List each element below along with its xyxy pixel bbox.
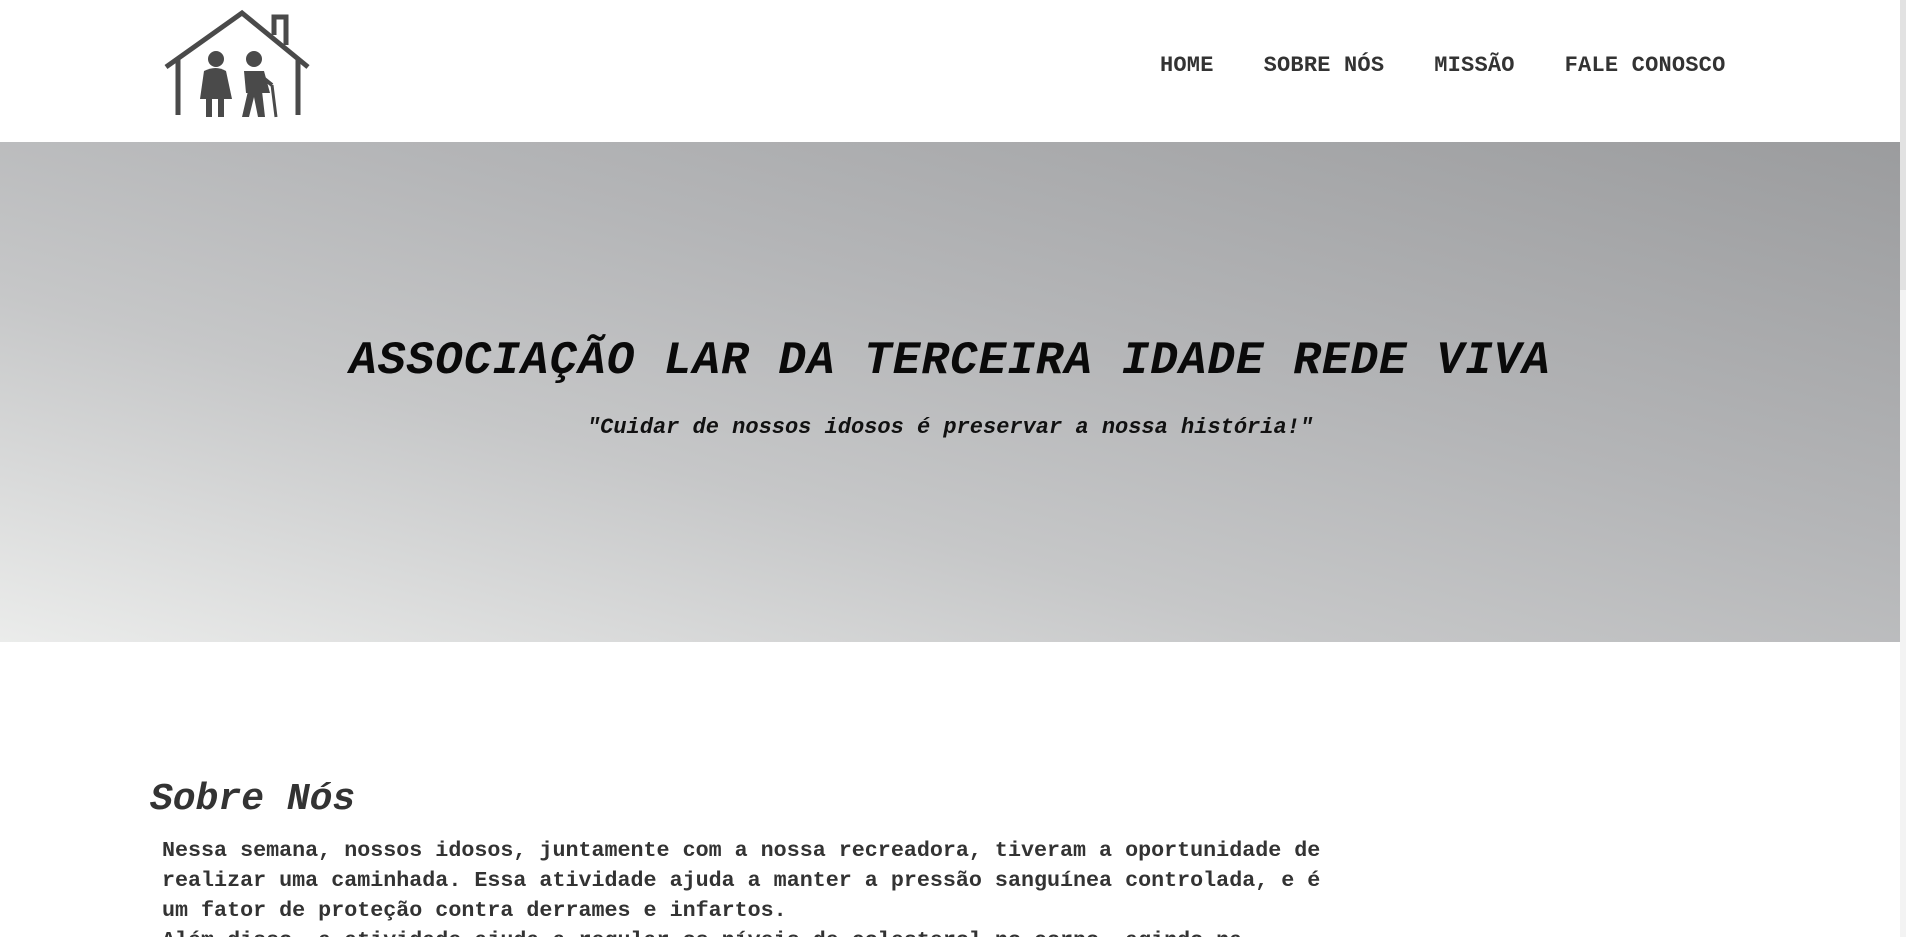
about-section-title: Sobre Nós [150,778,356,821]
about-section-text: Nessa semana, nossos idosos, juntamente … [162,836,1462,937]
nav-missao[interactable]: MISSÃO [1434,53,1514,78]
hero-subtitle: "Cuidar de nossos idosos é preservar a n… [586,415,1314,440]
nav-home[interactable]: HOME [1160,53,1214,78]
hero-title: ASSOCIAÇÃO LAR DA TERCEIRA IDADE REDE VI… [349,335,1551,387]
nav-fale-conosco[interactable]: FALE CONOSCO [1565,53,1726,78]
site-logo[interactable] [150,5,326,130]
site-header: HOME SOBRE NÓS MISSÃO FALE CONOSCO [0,0,1906,142]
page-scrollbar-thumb[interactable] [1900,0,1906,290]
nav-sobre-nos[interactable]: SOBRE NÓS [1264,53,1385,78]
house-with-elderly-couple-icon [150,5,326,130]
main-nav: HOME SOBRE NÓS MISSÃO FALE CONOSCO [1160,50,1725,80]
about-paragraph: Além disso, a atividade ajuda a regular … [162,926,1462,937]
hero-banner: ASSOCIAÇÃO LAR DA TERCEIRA IDADE REDE VI… [0,142,1900,642]
about-paragraph: Nessa semana, nossos idosos, juntamente … [162,838,1321,923]
